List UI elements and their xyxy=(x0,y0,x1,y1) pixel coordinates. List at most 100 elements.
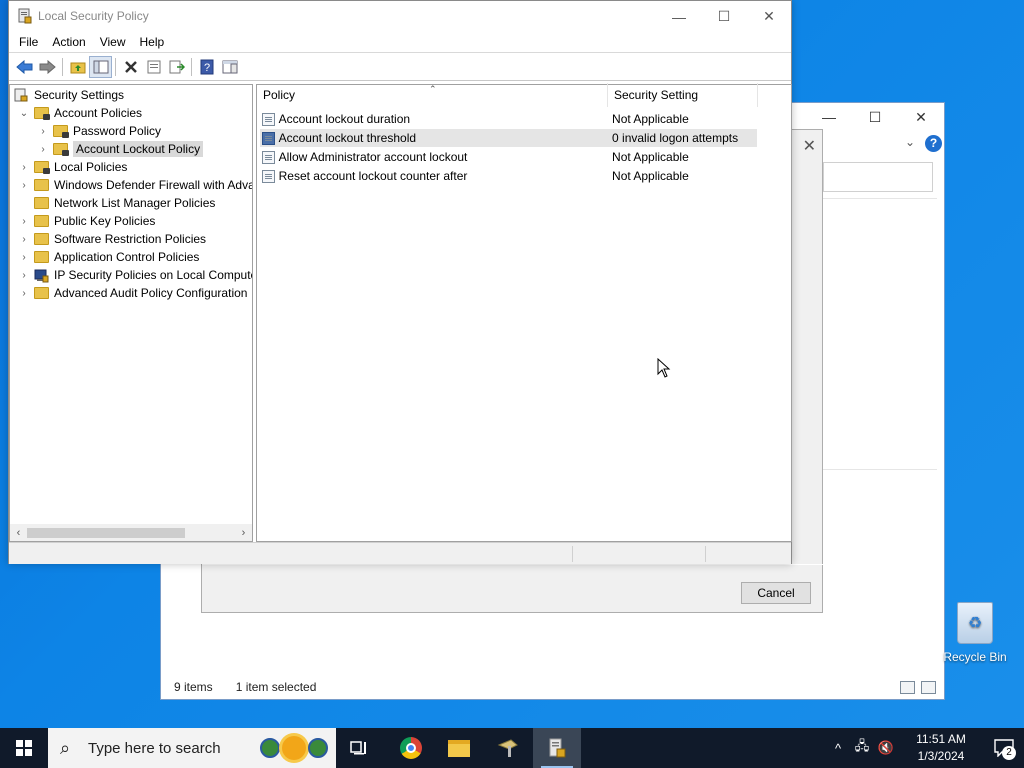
close-button[interactable]: ✕ xyxy=(746,1,792,32)
list-item[interactable]: Account lockout duration Not Applicable xyxy=(260,110,757,128)
scroll-left-icon[interactable]: ‹ xyxy=(10,527,27,539)
tree-item-label: Application Control Policies xyxy=(54,250,200,264)
notification-badge: 2 xyxy=(1002,746,1016,760)
tree-item-public-key-policies[interactable]: › Public Key Policies xyxy=(18,212,155,230)
chevron-right-icon[interactable]: › xyxy=(18,288,30,299)
tree-item-advanced-audit[interactable]: › Advanced Audit Policy Configuration xyxy=(18,284,247,302)
tree-item-software-restriction[interactable]: › Software Restriction Policies xyxy=(18,230,206,248)
tree-item-label: Network List Manager Policies xyxy=(54,196,216,210)
security-settings-icon xyxy=(14,88,30,102)
chevron-down-icon[interactable]: ⌄ xyxy=(18,108,30,119)
tree-item-local-policies[interactable]: › Local Policies xyxy=(18,158,127,176)
menu-bar: File Action View Help xyxy=(9,32,791,53)
chevron-right-icon[interactable]: › xyxy=(18,180,30,191)
bg-maximize-button[interactable]: ☐ xyxy=(852,109,898,126)
minimize-button[interactable]: — xyxy=(656,1,702,32)
tree-item-ip-security[interactable]: › IP Security Policies on Local Compute xyxy=(18,266,252,284)
chevron-right-icon[interactable]: › xyxy=(18,270,30,281)
scrollbar-thumb[interactable] xyxy=(27,528,185,538)
tree-item-windows-defender-firewall[interactable]: › Windows Defender Firewall with Adva xyxy=(18,176,252,194)
taskbar-search[interactable]: ⌕ Type here to search xyxy=(48,728,336,768)
folder-icon xyxy=(34,286,50,300)
maximize-button[interactable]: ☐ xyxy=(701,1,747,32)
show-hide-tree-icon[interactable] xyxy=(89,56,112,78)
volume-muted-icon[interactable]: 🔇 xyxy=(874,740,898,756)
scroll-right-icon[interactable]: › xyxy=(235,527,252,539)
items-count: 9 items xyxy=(174,680,213,694)
horizontal-scrollbar[interactable]: ‹ › xyxy=(10,524,252,541)
selected-count: 1 item selected xyxy=(235,680,317,694)
bg-minimize-button[interactable]: — xyxy=(806,109,852,125)
delete-icon[interactable] xyxy=(119,56,142,78)
tree-item-account-lockout-policy[interactable]: › Account Lockout Policy xyxy=(37,140,204,158)
menu-action[interactable]: Action xyxy=(45,35,92,49)
policy-setting: Not Applicable xyxy=(612,169,689,183)
network-icon[interactable]: 🖧 xyxy=(850,737,874,759)
bg-search-input[interactable] xyxy=(823,162,933,192)
sun-icon xyxy=(282,736,306,760)
file-explorer-icon[interactable] xyxy=(435,728,483,768)
menu-file[interactable]: File xyxy=(12,35,45,49)
divider xyxy=(202,564,824,565)
dialog-close-icon[interactable]: ✕ xyxy=(803,136,816,156)
bg-status-bar: 9 items 1 item selected xyxy=(161,675,944,699)
start-button[interactable] xyxy=(0,728,48,768)
tree-item-network-list-manager[interactable]: Network List Manager Policies xyxy=(18,194,215,212)
policy-name: Account lockout duration xyxy=(278,112,411,126)
clock-date: 1/3/2024 xyxy=(917,749,965,763)
tree-item-password-policy[interactable]: › Password Policy xyxy=(37,122,161,140)
back-icon[interactable] xyxy=(13,56,36,78)
tree-item-label: Advanced Audit Policy Configuration xyxy=(54,286,248,300)
bg-close-button[interactable]: ✕ xyxy=(898,109,944,126)
app-icon[interactable] xyxy=(485,728,533,768)
list-item[interactable]: Reset account lockout counter after Not … xyxy=(260,167,757,185)
chevron-right-icon[interactable]: › xyxy=(37,144,49,155)
notification-center-icon[interactable]: 2 xyxy=(984,728,1024,768)
forward-icon[interactable] xyxy=(36,56,59,78)
policy-icon xyxy=(262,150,275,164)
local-security-policy-taskbar-icon[interactable] xyxy=(533,728,581,768)
chevron-right-icon[interactable]: › xyxy=(18,216,30,227)
up-folder-icon[interactable] xyxy=(66,56,89,78)
menu-help[interactable]: Help xyxy=(133,35,172,49)
help-icon[interactable]: ? xyxy=(195,56,218,78)
tree-item-security-settings[interactable]: Security Settings xyxy=(14,86,124,104)
column-header-security-setting[interactable]: Security Setting xyxy=(608,83,758,107)
folder-icon xyxy=(34,214,50,228)
details-view-icon[interactable] xyxy=(900,681,915,694)
menu-view[interactable]: View xyxy=(93,35,133,49)
divider xyxy=(572,546,573,562)
policy-name: Account lockout threshold xyxy=(278,131,417,145)
recycle-bin[interactable]: Recycle Bin xyxy=(942,602,1008,664)
task-view-icon[interactable] xyxy=(336,728,384,768)
globe-icon xyxy=(260,738,280,758)
help-icon[interactable]: ? xyxy=(925,135,942,152)
system-tray: ^ 🖧 🔇 11:51 AM 1/3/2024 2 xyxy=(826,728,1024,768)
divider xyxy=(705,546,706,562)
properties-icon[interactable] xyxy=(142,56,165,78)
policy-icon xyxy=(262,112,275,126)
folder-icon xyxy=(34,178,50,192)
toolbar-separator xyxy=(115,58,116,76)
chevron-right-icon[interactable]: › xyxy=(18,234,30,245)
status-bar xyxy=(9,542,791,564)
policy-name: Reset account lockout counter after xyxy=(278,169,468,183)
chrome-icon[interactable] xyxy=(387,728,435,768)
chevron-right-icon[interactable]: › xyxy=(18,162,30,173)
chevron-down-icon[interactable]: ⌄ xyxy=(905,135,915,149)
show-action-pane-icon[interactable] xyxy=(218,56,241,78)
list-item[interactable]: Allow Administrator account lockout Not … xyxy=(260,148,757,166)
cancel-button[interactable]: Cancel xyxy=(741,582,811,604)
clock-time: 11:51 AM xyxy=(916,732,966,746)
list-item[interactable]: Account lockout threshold 0 invalid logo… xyxy=(260,129,757,147)
security-policy-icon xyxy=(18,8,32,24)
chevron-right-icon[interactable]: › xyxy=(37,126,49,137)
tree-item-account-policies[interactable]: ⌄ Account Policies xyxy=(18,104,142,122)
chevron-right-icon[interactable]: › xyxy=(18,252,30,263)
large-icons-view-icon[interactable] xyxy=(921,681,936,694)
clock[interactable]: 11:51 AM 1/3/2024 xyxy=(906,731,976,765)
export-list-icon[interactable] xyxy=(165,56,188,78)
tree-item-application-control[interactable]: › Application Control Policies xyxy=(18,248,199,266)
chevron-up-icon[interactable]: ^ xyxy=(826,741,850,756)
weather-icon[interactable] xyxy=(260,736,328,760)
